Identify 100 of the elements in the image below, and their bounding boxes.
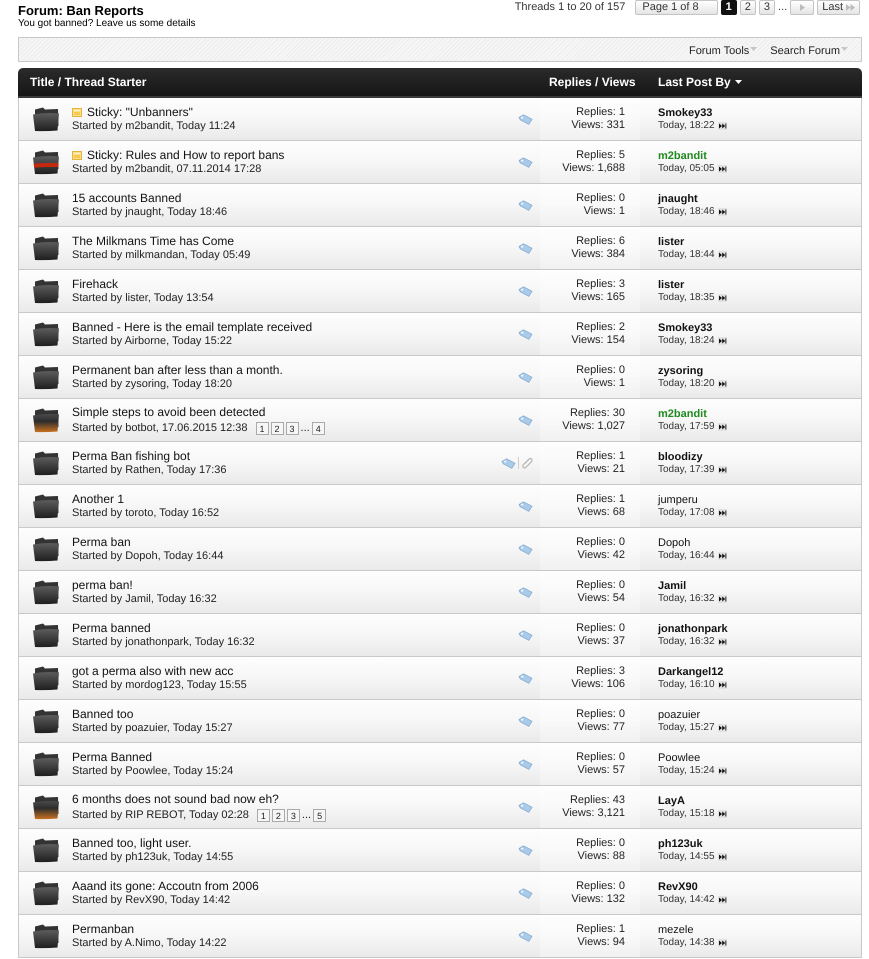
go-to-last-post-icon[interactable] <box>718 336 727 344</box>
go-to-last-post-icon[interactable] <box>718 810 727 818</box>
last-post-user-link[interactable]: lister <box>658 278 684 292</box>
last-page-button[interactable]: Last <box>817 0 860 15</box>
last-post-time: Today, 16:10 <box>658 678 715 690</box>
views-count: Views: 1,688 <box>562 162 625 175</box>
go-to-last-post-icon[interactable] <box>718 294 727 302</box>
go-to-last-post-icon[interactable] <box>718 852 727 860</box>
last-post-user-link[interactable]: mezele <box>658 924 694 936</box>
thread-title-link[interactable]: Sticky: Rules and How to report bans <box>87 148 284 162</box>
last-post-user-link[interactable]: RevX90 <box>658 880 698 894</box>
thread-title-link[interactable]: Firehack <box>72 277 118 291</box>
page-link-button[interactable]: 4 <box>312 422 325 435</box>
thread-title-link[interactable]: Banned - Here is the email template received <box>72 320 312 334</box>
page-gap-text: ... <box>778 1 788 14</box>
thread-title-link[interactable]: Perma banned <box>72 621 151 635</box>
go-to-last-post-icon[interactable] <box>718 122 727 130</box>
go-to-last-post-icon[interactable] <box>718 638 727 646</box>
last-post-user-link[interactable]: jumperu <box>658 494 698 506</box>
page-button[interactable]: 2 <box>740 0 756 15</box>
thread-title-link[interactable]: Aaand its gone: Accoutn from 2006 <box>72 879 259 893</box>
views-count: Views: 154 <box>571 334 625 347</box>
page-link-button[interactable]: 2 <box>270 422 284 435</box>
thread-title-link[interactable]: Banned too, light user. <box>72 836 192 850</box>
go-to-last-post-icon[interactable] <box>718 594 727 602</box>
replies-count: Replies: 0 <box>576 708 625 721</box>
thread-title-link[interactable]: Perma ban <box>72 535 131 549</box>
page-link-button[interactable]: 1 <box>256 422 269 435</box>
thread-title-link[interactable]: perma ban! <box>72 578 133 592</box>
go-to-last-post-icon[interactable] <box>718 896 727 904</box>
go-to-last-post-icon[interactable] <box>718 208 727 216</box>
last-post-user-link[interactable]: m2bandit <box>658 408 707 420</box>
views-count: Views: 132 <box>571 893 625 906</box>
replies-count: Replies: 0 <box>576 536 625 549</box>
last-post-user-link[interactable]: jnaught <box>658 192 698 206</box>
last-post-user-link[interactable]: Smokey33 <box>658 106 712 120</box>
thread-starter-text: Started by zysoring, Today 18:20 <box>72 378 232 391</box>
toolbar-menu-button[interactable]: Forum Tools <box>688 44 758 56</box>
last-post-user-link[interactable]: Jamil <box>658 580 686 592</box>
last-post-user-link[interactable]: poazuier <box>658 708 700 722</box>
thread-title-link[interactable]: Permanban <box>72 922 134 936</box>
toolbar-menu-button[interactable]: Search Forum <box>770 44 848 56</box>
thread-starter-text: Started by jnaught, Today 18:46 <box>72 206 228 219</box>
caret-down-icon <box>841 47 848 51</box>
go-to-last-post-icon[interactable] <box>718 164 727 172</box>
thread-title-link[interactable]: 6 months does not sound bad now eh? <box>72 792 279 806</box>
thread-title-link[interactable]: Another 1 <box>72 492 124 506</box>
last-post-user-link[interactable]: Poowlee <box>658 752 700 764</box>
go-to-last-post-icon[interactable] <box>718 766 727 774</box>
last-post-user-link[interactable]: LayA <box>658 794 685 808</box>
thread-title-link[interactable]: Sticky: "Unbanners" <box>87 105 193 119</box>
last-post-time: Today, 14:55 <box>658 850 715 862</box>
thread-title-link[interactable]: The Milkmans Time has Come <box>72 234 234 248</box>
views-count: Views: 37 <box>578 635 625 648</box>
thread-title-link[interactable]: Perma Ban fishing bot <box>72 449 190 463</box>
thread-starter-text: Started by RIP REBOT, Today 02:28 <box>72 809 249 822</box>
last-post-user-link[interactable]: bloodizy <box>658 450 703 464</box>
last-post-user-link[interactable]: m2bandit <box>658 150 707 162</box>
page-link-button[interactable]: 5 <box>313 809 326 822</box>
thread-title-link[interactable]: Permanent ban after less than a month. <box>72 363 283 377</box>
page-button[interactable]: 1 <box>720 0 737 15</box>
thread-title-link[interactable]: Banned too <box>72 707 134 721</box>
thread-title-link[interactable]: 15 accounts Banned <box>72 191 182 205</box>
go-to-last-post-icon[interactable] <box>718 508 727 516</box>
go-to-last-post-icon[interactable] <box>718 724 727 732</box>
last-post-user-link[interactable]: zysoring <box>658 364 704 378</box>
thread-title-link[interactable]: Simple steps to avoid been detected <box>72 405 266 419</box>
thread-title-link[interactable]: got a perma also with new acc <box>72 664 234 678</box>
thread-starter-text: Started by mordog123, Today 15:55 <box>72 679 247 692</box>
thread-starter-text: Started by lister, Today 13:54 <box>72 292 214 305</box>
page-link-button[interactable]: 2 <box>272 809 285 822</box>
page-button[interactable]: 3 <box>758 0 776 15</box>
column-header[interactable]: Replies / Views <box>549 75 636 89</box>
page-gap-text: ... <box>302 809 312 822</box>
page-link-button[interactable]: 3 <box>286 809 300 822</box>
last-post-user-link[interactable]: jonathonpark <box>658 622 728 636</box>
go-to-last-post-icon[interactable] <box>718 680 727 688</box>
replies-count: Replies: 0 <box>576 837 625 850</box>
go-to-last-post-icon[interactable] <box>718 422 727 430</box>
page-link-button[interactable]: 3 <box>286 422 299 435</box>
last-post-user-link[interactable]: Dopoh <box>658 536 690 550</box>
page-count-label: Page 1 of 8 <box>635 0 718 15</box>
last-post-user-link[interactable]: lister <box>658 236 684 248</box>
forum-description: You got banned? Leave us some details <box>18 18 196 30</box>
views-count: Views: 1 <box>584 377 625 390</box>
go-to-last-post-icon[interactable] <box>718 250 727 258</box>
go-to-last-post-icon[interactable] <box>718 380 727 388</box>
go-to-last-post-icon[interactable] <box>718 466 727 474</box>
go-to-last-post-icon[interactable] <box>718 552 727 560</box>
views-count: Views: 88 <box>578 850 625 863</box>
views-count: Views: 42 <box>578 549 625 562</box>
column-header[interactable]: Last Post By <box>658 75 742 89</box>
last-post-user-link[interactable]: Darkangel12 <box>658 666 724 678</box>
last-post-user-link[interactable]: ph123uk <box>658 838 703 850</box>
last-post-user-link[interactable]: Smokey33 <box>658 322 712 334</box>
page-link-button[interactable]: 1 <box>256 809 270 822</box>
column-header[interactable]: Title / Thread Starter <box>30 75 146 89</box>
thread-title-link[interactable]: Perma Banned <box>72 750 152 764</box>
go-to-last-post-icon[interactable] <box>718 938 727 946</box>
replies-count: Replies: 3 <box>576 665 625 678</box>
